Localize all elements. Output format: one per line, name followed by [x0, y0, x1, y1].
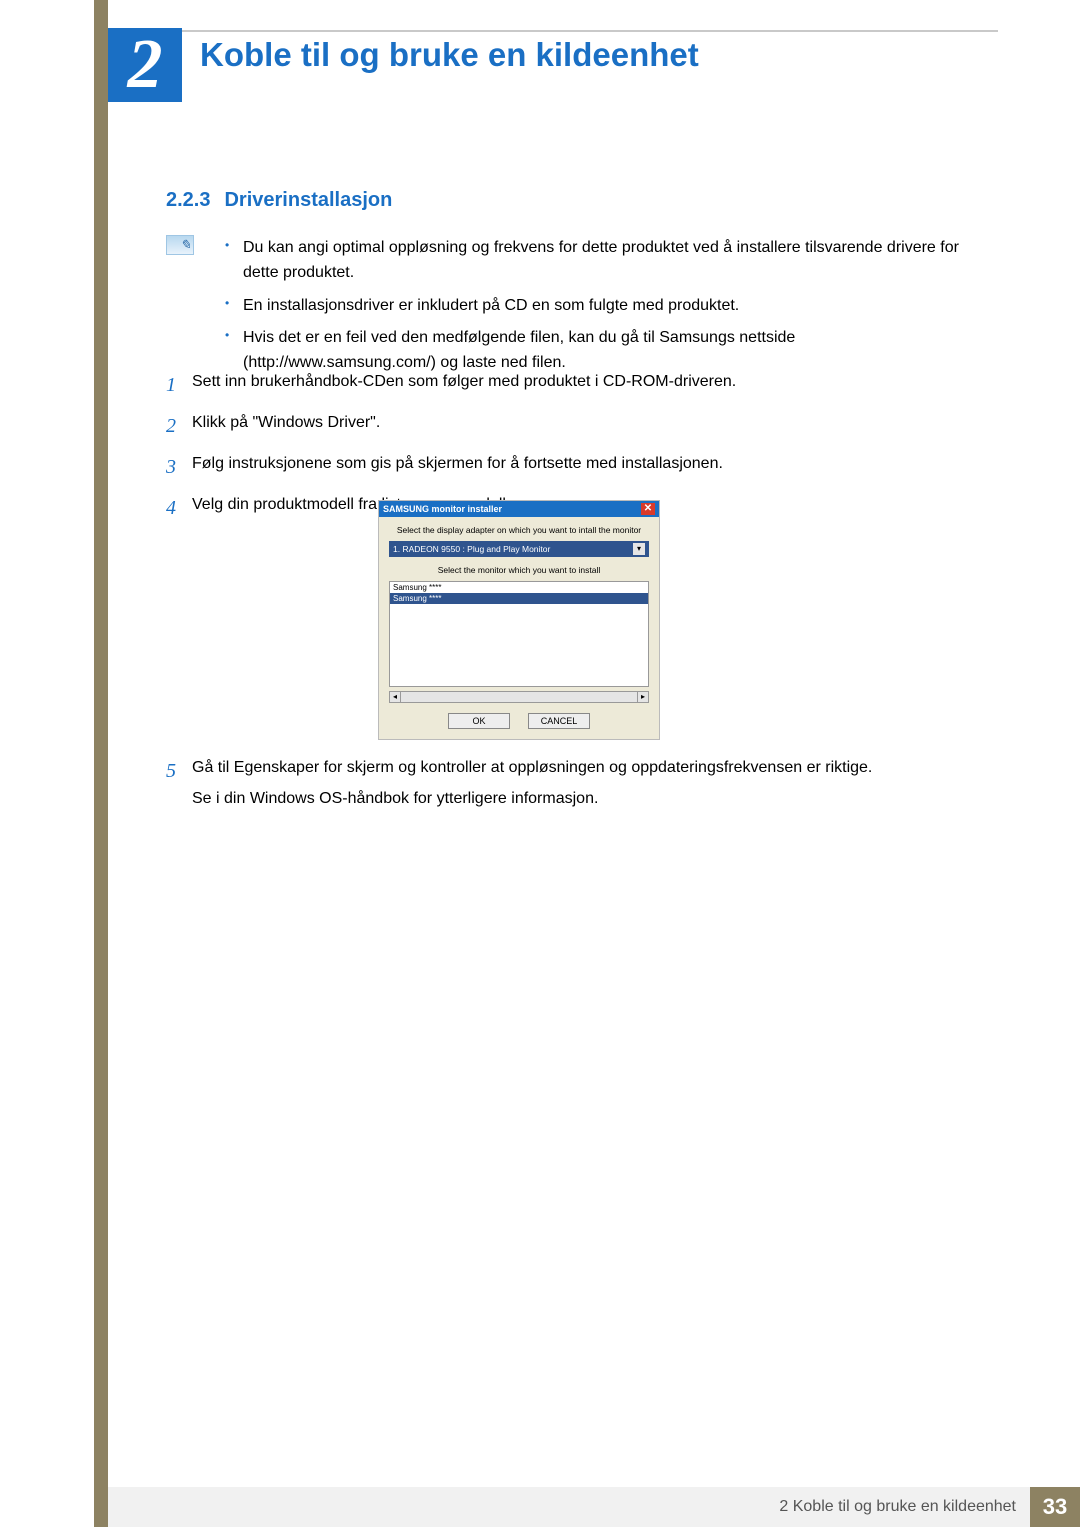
- cancel-button[interactable]: CANCEL: [528, 713, 590, 729]
- step5-line2: Se i din Windows OS-håndbok for ytterlig…: [192, 787, 986, 812]
- bullet-item: En installasjonsdriver er inkludert på C…: [225, 294, 985, 319]
- step: 3 Følg instruksjonene som gis på skjerme…: [166, 452, 986, 483]
- page-number: 33: [1030, 1487, 1080, 1527]
- top-divider: [108, 30, 998, 32]
- note-bullets: Du kan angi optimal oppløsning og frekve…: [225, 236, 985, 384]
- step-text: Gå til Egenskaper for skjerm og kontroll…: [192, 756, 986, 812]
- note-icon: ✎: [166, 235, 194, 255]
- section-number: 2.2.3: [166, 189, 210, 211]
- chapter-number: 2: [108, 28, 182, 102]
- list-item[interactable]: Samsung ****: [390, 582, 648, 593]
- step: 1 Sett inn brukerhåndbok-CDen som følger…: [166, 370, 986, 401]
- adapter-combo[interactable]: 1. RADEON 9550 : Plug and Play Monitor ▾: [389, 541, 649, 557]
- step-text: Følg instruksjonene som gis på skjermen …: [192, 452, 986, 477]
- dialog-body: Select the display adapter on which you …: [379, 517, 659, 739]
- list-item-selected[interactable]: Samsung ****: [390, 593, 648, 604]
- step-number: 5: [166, 756, 192, 787]
- dialog-title: SAMSUNG monitor installer: [383, 504, 502, 514]
- step-number: 3: [166, 452, 192, 483]
- step: 2 Klikk på "Windows Driver".: [166, 411, 986, 442]
- page: 2 Koble til og bruke en kildeenhet 2.2.3…: [0, 0, 1080, 1527]
- footer-chapter-label: 2 Koble til og bruke en kildeenhet: [108, 1487, 1030, 1527]
- left-accent-stripe: [94, 0, 108, 1527]
- chapter-title: Koble til og bruke en kildeenhet: [200, 36, 699, 74]
- ok-button[interactable]: OK: [448, 713, 510, 729]
- dialog-buttons: OK CANCEL: [389, 713, 649, 729]
- step5-line1: Gå til Egenskaper for skjerm og kontroll…: [192, 759, 872, 776]
- monitor-label: Select the monitor which you want to ins…: [389, 565, 649, 575]
- step: 5 Gå til Egenskaper for skjerm og kontro…: [166, 756, 986, 812]
- step5-block: 5 Gå til Egenskaper for skjerm og kontro…: [166, 756, 986, 816]
- step-text: Sett inn brukerhåndbok-CDen som følger m…: [192, 370, 986, 395]
- close-icon[interactable]: ✕: [641, 503, 655, 515]
- installer-dialog: SAMSUNG monitor installer ✕ Select the d…: [378, 500, 660, 740]
- section-heading: 2.2.3 Driverinstallasjon: [166, 189, 392, 212]
- step-number: 1: [166, 370, 192, 401]
- adapter-label: Select the display adapter on which you …: [389, 525, 649, 535]
- chevron-down-icon[interactable]: ▾: [633, 543, 645, 555]
- scroll-track[interactable]: [401, 691, 637, 703]
- footer: 2 Koble til og bruke en kildeenhet 33: [108, 1487, 1080, 1527]
- bullet-item: Hvis det er en feil ved den medfølgende …: [225, 326, 985, 376]
- horizontal-scrollbar[interactable]: ◂ ▸: [389, 691, 649, 703]
- dialog-titlebar: SAMSUNG monitor installer ✕: [379, 501, 659, 517]
- scroll-right-icon[interactable]: ▸: [637, 691, 649, 703]
- combo-value: 1. RADEON 9550 : Plug and Play Monitor: [393, 544, 550, 554]
- scroll-left-icon[interactable]: ◂: [389, 691, 401, 703]
- monitor-listbox[interactable]: Samsung **** Samsung ****: [389, 581, 649, 687]
- step-number: 4: [166, 493, 192, 524]
- step-number: 2: [166, 411, 192, 442]
- section-title: Driverinstallasjon: [224, 189, 392, 211]
- bullet-item: Du kan angi optimal oppløsning og frekve…: [225, 236, 985, 286]
- step-text: Klikk på "Windows Driver".: [192, 411, 986, 436]
